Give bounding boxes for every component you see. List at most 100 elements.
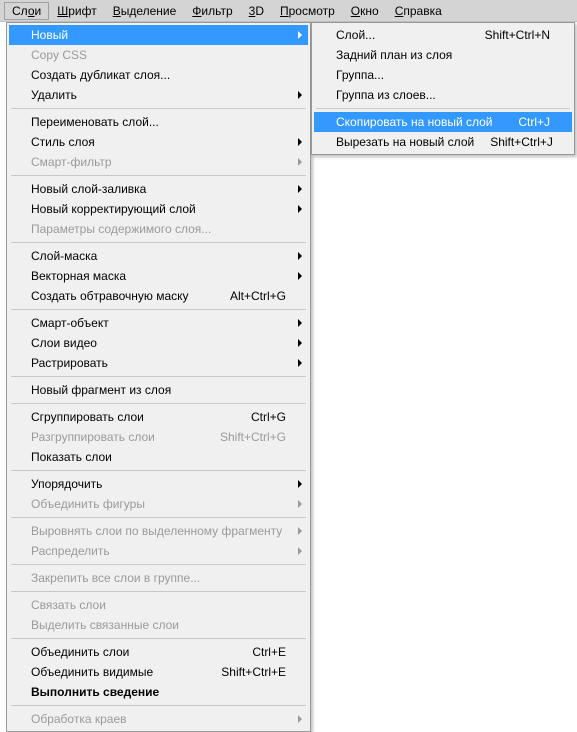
- menu-item-shortcut: Alt+Ctrl+G: [230, 289, 286, 303]
- menu-item-label: Выделить связанные слои: [31, 618, 286, 632]
- menu-item-label: Объединить слои: [31, 645, 236, 659]
- menu-item[interactable]: Скопировать на новый слой Ctrl+J: [314, 112, 572, 132]
- menu-item[interactable]: Сгруппировать слоиCtrl+G: [9, 407, 308, 427]
- menu-item-label: Скопировать на новый слой: [336, 115, 502, 129]
- menu-item[interactable]: Группа...: [314, 65, 572, 85]
- menu-item: Распределить: [9, 541, 308, 561]
- menu-item[interactable]: Создать обтравочную маску Alt+Ctrl+G: [9, 286, 308, 306]
- chevron-right-icon: [298, 138, 302, 146]
- chevron-right-icon: [298, 205, 302, 213]
- menu-item[interactable]: Вырезать на новый слойShift+Ctrl+J: [314, 132, 572, 152]
- menu-item-label: Упорядочить: [31, 477, 286, 491]
- menu-item[interactable]: Упорядочить: [9, 474, 308, 494]
- menu-item-label: Новый фрагмент из слоя: [31, 383, 286, 397]
- menubar-item[interactable]: Справка: [387, 2, 450, 20]
- menu-separator: [11, 705, 306, 706]
- menu-item[interactable]: Растрировать: [9, 353, 308, 373]
- menu-item: Закрепить все слои в группе...: [9, 568, 308, 588]
- menu-item-label: Новый: [31, 28, 286, 42]
- menu-item-label: Слой-маска: [31, 249, 286, 263]
- chevron-right-icon: [298, 252, 302, 260]
- menu-item-label: Создать обтравочную маску: [31, 289, 214, 303]
- menu-item-shortcut: Shift+Ctrl+G: [220, 430, 286, 444]
- menu-item-shortcut: Shift+Ctrl+E: [221, 665, 286, 679]
- menu-item[interactable]: Слои видео: [9, 333, 308, 353]
- menu-separator: [11, 242, 306, 243]
- menubar-item[interactable]: Выделение: [105, 2, 185, 20]
- menubar: СлоиШрифтВыделениеФильтр3DПросмотрОкноСп…: [0, 0, 577, 22]
- chevron-right-icon: [298, 91, 302, 99]
- menu-item-shortcut: Shift+Ctrl+J: [490, 135, 553, 149]
- menu-item-label: Copy CSS: [31, 48, 286, 62]
- menu-item-label: Векторная маска: [31, 269, 286, 283]
- menubar-item[interactable]: 3D: [241, 2, 272, 20]
- menu-item: Разгруппировать слои Shift+Ctrl+G: [9, 427, 308, 447]
- menu-item-label: Разгруппировать слои: [31, 430, 204, 444]
- menu-item-label: Растрировать: [31, 356, 286, 370]
- menu-item[interactable]: Объединить слоиCtrl+E: [9, 642, 308, 662]
- menu-item-label: Параметры содержимого слоя...: [31, 222, 286, 236]
- menu-item[interactable]: Показать слои: [9, 447, 308, 467]
- menu-item[interactable]: Объединить видимыеShift+Ctrl+E: [9, 662, 308, 682]
- menu-item: Выделить связанные слои: [9, 615, 308, 635]
- menu-item: Обработка краев: [9, 709, 308, 729]
- menubar-item[interactable]: Окно: [343, 2, 387, 20]
- chevron-right-icon: [298, 547, 302, 555]
- menu-item-shortcut: Shift+Ctrl+N: [485, 28, 550, 42]
- menu-separator: [11, 403, 306, 404]
- menu-item[interactable]: Новый фрагмент из слоя: [9, 380, 308, 400]
- menu-item-label: Смарт-фильтр: [31, 155, 286, 169]
- menu-item[interactable]: Удалить: [9, 85, 308, 105]
- chevron-right-icon: [298, 359, 302, 367]
- menu-item[interactable]: Новый: [9, 25, 308, 45]
- menu-separator: [11, 376, 306, 377]
- menu-item[interactable]: Новый корректирующий слой: [9, 199, 308, 219]
- menu-item-label: Создать дубликат слоя...: [31, 68, 286, 82]
- menubar-item[interactable]: Шрифт: [49, 2, 104, 20]
- menu-item-label: Смарт-объект: [31, 316, 286, 330]
- menu-item: Copy CSS: [9, 45, 308, 65]
- menu-item-label: Переименовать слой...: [31, 115, 286, 129]
- menu-item[interactable]: Группа из слоев...: [314, 85, 572, 105]
- menu-separator: [11, 564, 306, 565]
- menu-separator: [11, 591, 306, 592]
- menu-item[interactable]: Слой-маска: [9, 246, 308, 266]
- menu-item[interactable]: Векторная маска: [9, 266, 308, 286]
- menu-separator: [11, 309, 306, 310]
- menu-item[interactable]: Стиль слоя: [9, 132, 308, 152]
- chevron-right-icon: [298, 319, 302, 327]
- menu-item[interactable]: Переименовать слой...: [9, 112, 308, 132]
- menu-item[interactable]: Новый слой-заливка: [9, 179, 308, 199]
- menu-item-shortcut: Ctrl+G: [251, 410, 286, 424]
- menubar-item[interactable]: Просмотр: [272, 2, 343, 20]
- menu-item[interactable]: Слой...Shift+Ctrl+N: [314, 25, 572, 45]
- menu-separator: [11, 470, 306, 471]
- menu-item-label: Стиль слоя: [31, 135, 286, 149]
- chevron-right-icon: [298, 272, 302, 280]
- main-dropdown: Новый Copy CSS Создать дубликат слоя... Уда…: [6, 22, 311, 732]
- menu-item[interactable]: Смарт-объект: [9, 313, 308, 333]
- menu-item[interactable]: Создать дубликат слоя...: [9, 65, 308, 85]
- menu-separator: [11, 108, 306, 109]
- chevron-right-icon: [298, 31, 302, 39]
- menu-item-label: Задний план из слоя: [336, 48, 550, 62]
- menu-item-label: Связать слои: [31, 598, 286, 612]
- menu-item-label: Группа из слоев...: [336, 88, 550, 102]
- menubar-item[interactable]: Фильтр: [184, 2, 240, 20]
- menu-item-label: Группа...: [336, 68, 550, 82]
- menu-item-label: Распределить: [31, 544, 286, 558]
- menu-item: Объединить фигуры: [9, 494, 308, 514]
- menu-item: Связать слои: [9, 595, 308, 615]
- menu-item-label: Выполнить сведение: [31, 685, 286, 699]
- chevron-right-icon: [298, 527, 302, 535]
- menu-item-label: Обработка краев: [31, 712, 286, 726]
- menu-item[interactable]: Задний план из слоя: [314, 45, 572, 65]
- chevron-right-icon: [298, 500, 302, 508]
- menu-item: Параметры содержимого слоя...: [9, 219, 308, 239]
- menu-item-label: Новый корректирующий слой: [31, 202, 286, 216]
- menu-item-shortcut: Ctrl+J: [518, 115, 550, 129]
- menubar-item[interactable]: Слои: [4, 2, 49, 20]
- menu-separator: [11, 638, 306, 639]
- menu-item-label: Удалить: [31, 88, 286, 102]
- menu-item[interactable]: Выполнить сведение: [9, 682, 308, 702]
